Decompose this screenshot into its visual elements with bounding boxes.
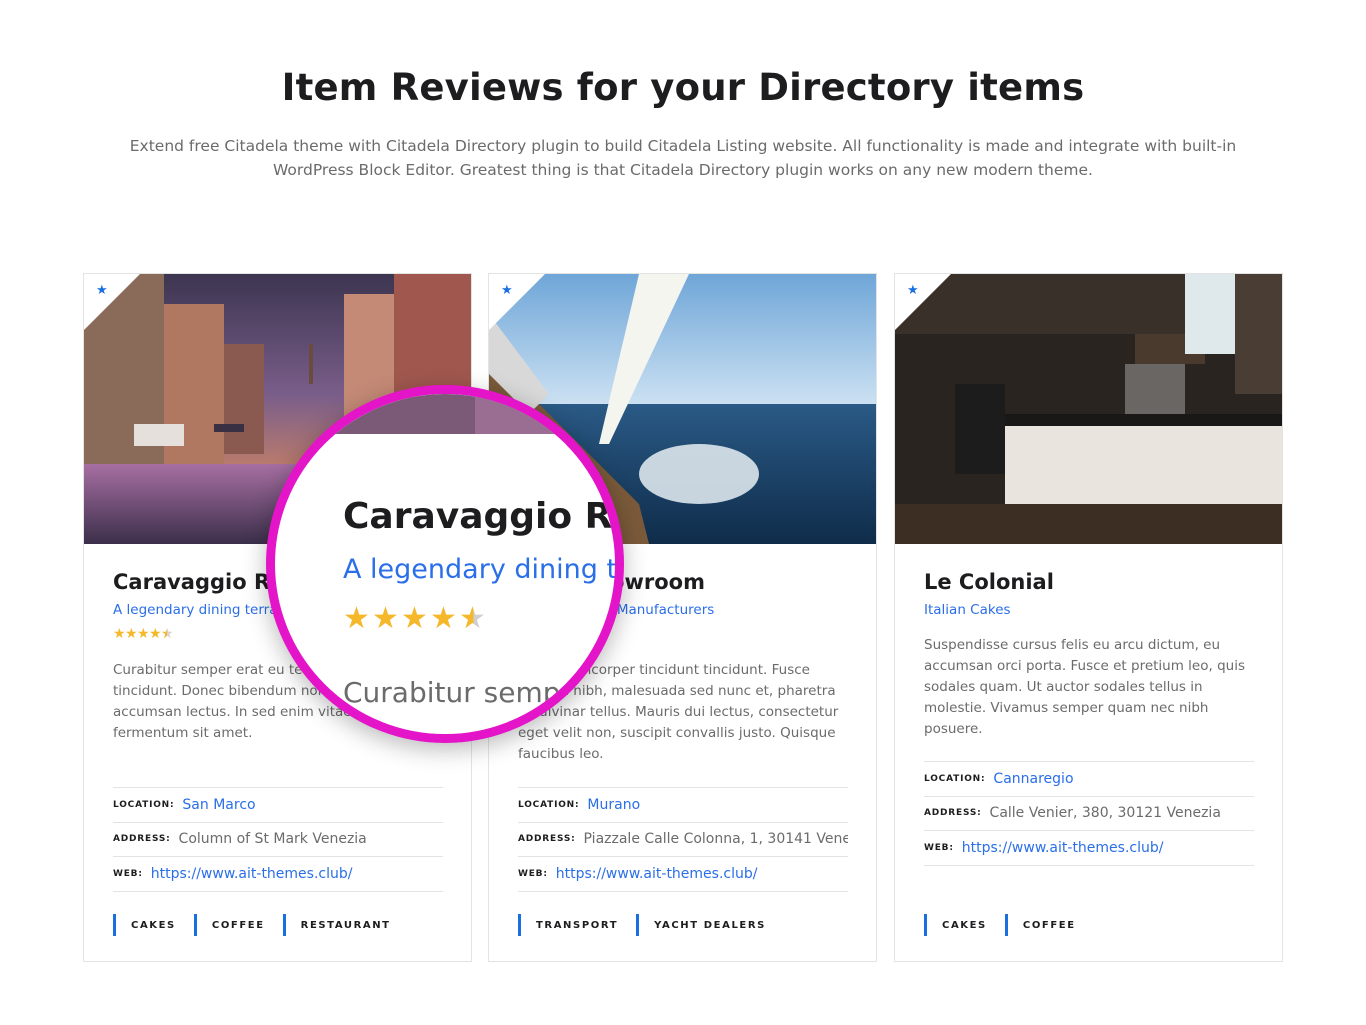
venice-canal-photo-icon (275, 394, 615, 434)
tag[interactable]: RESTAURANT (282, 914, 391, 936)
location-link[interactable]: Cannaregio (993, 771, 1073, 787)
address-label: Address: (113, 834, 171, 845)
star-full-icon: ★ (401, 601, 428, 636)
featured-ribbon (489, 274, 545, 330)
listing-subtitle: Italian Cakes (924, 602, 1011, 618)
address-value: Column of St Mark Venezia (178, 831, 367, 848)
tag-list: CAKES COFFEE RESTAURANT (113, 914, 409, 936)
address-row: Address: Piazzale Calle Colonna, 1, 3014… (518, 823, 848, 857)
star-full-icon: ★ (430, 601, 457, 636)
star-full-icon: ★ (113, 626, 126, 642)
address-label: Address: (518, 834, 576, 845)
address-value: Calle Venier, 380, 30121 Venezia (989, 805, 1221, 822)
tag[interactable]: YACHT DEALERS (636, 914, 766, 936)
tag[interactable]: CAKES (924, 914, 987, 936)
tag-list: TRANSPORT YACHT DEALERS (518, 914, 784, 936)
location-label: Location: (924, 773, 986, 784)
rating-stars: ★ ★ ★ ★ ★ (113, 626, 174, 642)
location-link[interactable]: San Marco (182, 797, 255, 813)
listing-meta: Location: Cannaregio Address: Calle Veni… (924, 761, 1254, 866)
magnified-subtitle: A legendary dining te (343, 554, 624, 585)
star-full-icon: ★ (125, 626, 138, 642)
web-row: Web: https://www.ait-themes.club/ (113, 857, 443, 892)
listing-title[interactable]: Le Colonial (924, 570, 1054, 594)
magnifier-overlay: Caravaggio R A legendary dining te ★ ★ ★… (266, 385, 624, 743)
listing-description: Suspendisse cursus felis eu arcu dictum,… (924, 637, 1245, 737)
location-label: Location: (518, 799, 580, 810)
page-title: Item Reviews for your Directory items (281, 66, 1085, 109)
featured-star-icon: ★ (501, 283, 513, 298)
location-row: Location: Murano (518, 788, 848, 823)
magnified-photo (275, 394, 615, 434)
listing-subtitle: A legendary dining terrace (113, 602, 294, 618)
tag[interactable]: COFFEE (1004, 914, 1076, 936)
tag[interactable]: CAKES (113, 914, 176, 936)
page-intro: Extend free Citadela theme with Citadela… (129, 137, 1237, 179)
address-label: Address: (924, 808, 982, 819)
web-row: Web: https://www.ait-themes.club/ (924, 831, 1254, 866)
location-label: Location: (113, 799, 175, 810)
web-label: Web: (518, 868, 548, 879)
star-full-icon: ★ (137, 626, 150, 642)
star-full-icon: ★ (149, 626, 162, 642)
location-row: Location: Cannaregio (924, 762, 1254, 797)
address-row: Address: Calle Venier, 380, 30121 Venezi… (924, 797, 1254, 831)
tag[interactable]: TRANSPORT (518, 914, 618, 936)
web-link[interactable]: https://www.ait-themes.club/ (962, 840, 1164, 856)
listing-meta: Location: Murano Address: Piazzale Calle… (518, 787, 848, 892)
magnified-title: Caravaggio R (343, 496, 613, 537)
web-link[interactable]: https://www.ait-themes.club/ (151, 866, 353, 882)
listing-card[interactable]: ★ Le Colonial Italian Cakes Suspendisse … (894, 273, 1283, 962)
featured-star-icon: ★ (96, 283, 108, 298)
star-full-icon: ★ (372, 601, 399, 636)
address-row: Address: Column of St Mark Venezia (113, 823, 443, 857)
star-half-icon: ★ (161, 626, 174, 642)
web-label: Web: (113, 868, 143, 879)
location-link[interactable]: Murano (587, 797, 640, 813)
featured-star-icon: ★ (907, 283, 919, 298)
featured-ribbon (84, 274, 140, 330)
star-half-icon: ★ (459, 604, 488, 634)
magnified-card-edge (333, 434, 615, 444)
magnified-rating-stars: ★ ★ ★ ★ ★ (343, 604, 488, 634)
listing-meta: Location: San Marco Address: Column of S… (113, 787, 443, 892)
tag-list: CAKES COFFEE (924, 914, 1094, 936)
listing-image[interactable]: ★ (895, 274, 1282, 544)
location-row: Location: San Marco (113, 788, 443, 823)
tag[interactable]: COFFEE (193, 914, 265, 936)
star-full-icon: ★ (343, 601, 370, 636)
cafe-interior-photo-icon (895, 274, 1282, 544)
address-value: Piazzale Calle Colonna, 1, 30141 Venezia (583, 831, 848, 848)
web-link[interactable]: https://www.ait-themes.club/ (556, 866, 758, 882)
featured-ribbon (895, 274, 951, 330)
magnified-description: Curabitur sempe (343, 676, 578, 709)
web-label: Web: (924, 842, 954, 853)
web-row: Web: https://www.ait-themes.club/ (518, 857, 848, 892)
